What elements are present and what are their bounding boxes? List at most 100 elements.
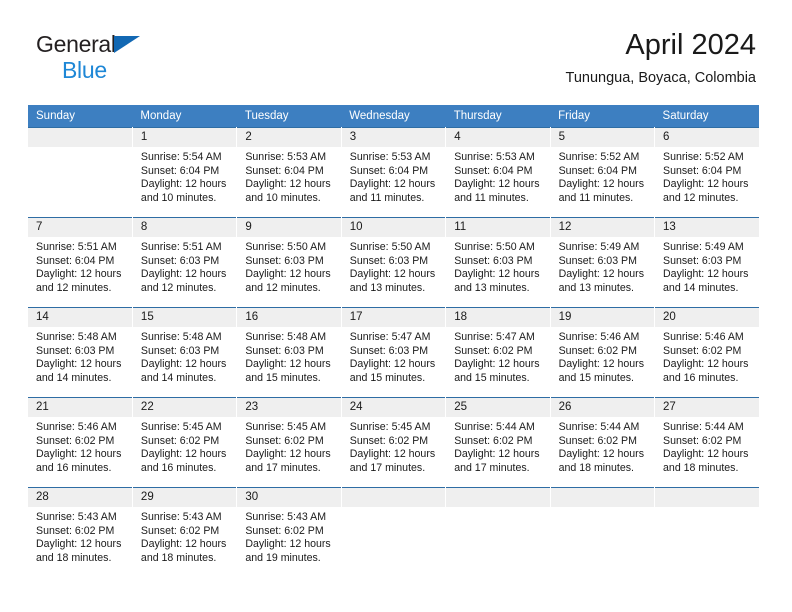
sunrise-text: Sunrise: 5:53 AM: [454, 151, 535, 163]
calendar-day-cell[interactable]: 18 Sunrise: 5:47 AM Sunset: 6:02 PM Dayligh…: [445, 307, 551, 398]
calendar-day-cell[interactable]: 11 Sunrise: 5:50 AM Sunset: 6:03 PM Dayligh…: [445, 217, 551, 308]
calendar-day-cell[interactable]: 25 Sunrise: 5:44 AM Sunset: 6:02 PM Dayligh…: [445, 397, 551, 488]
day-details: Sunrise: 5:43 AM Sunset: 6:02 PM Daylight:…: [237, 507, 340, 565]
calendar-body: 1 Sunrise: 5:54 AM Sunset: 6:04 PM Daylight…: [28, 127, 759, 578]
day-details: Sunrise: 5:50 AM Sunset: 6:03 PM Daylight:…: [342, 237, 445, 295]
calendar-page: General Blue April 2024 Tunungua, Boyaca…: [0, 0, 792, 612]
daylight-text-line1: Daylight: 12 hours: [454, 268, 540, 281]
day-number: 29: [132, 488, 237, 507]
day-number: 20: [655, 308, 759, 327]
calendar-day-cell[interactable]: 19 Sunrise: 5:46 AM Sunset: 6:02 PM Dayligh…: [550, 307, 656, 398]
calendar-day-cell[interactable]: 12 Sunrise: 5:49 AM Sunset: 6:03 PM Dayligh…: [550, 217, 656, 308]
weekday-header-wednesday: Wednesday: [341, 105, 446, 128]
weekday-header-friday: Friday: [550, 105, 655, 128]
sunset-text: Sunset: 6:02 PM: [245, 434, 324, 447]
calendar-day-cell[interactable]: 21 Sunrise: 5:46 AM Sunset: 6:02 PM Dayligh…: [28, 397, 133, 488]
calendar-day-cell-empty: [28, 127, 133, 218]
daylight-text-line2: and 10 minutes.: [245, 191, 321, 204]
sunset-text: Sunset: 6:04 PM: [663, 164, 742, 177]
daylight-text-line2: and 14 minutes.: [140, 371, 217, 384]
calendar-day-cell[interactable]: 1 Sunrise: 5:54 AM Sunset: 6:04 PM Daylight…: [132, 127, 238, 218]
calendar-day-cell[interactable]: 9 Sunrise: 5:50 AM Sunset: 6:03 PM Daylight…: [236, 217, 342, 308]
day-details: Sunrise: 5:54 AM Sunset: 6:04 PM Daylight:…: [133, 147, 236, 205]
sunset-text: Sunset: 6:02 PM: [454, 344, 533, 357]
day-details: Sunrise: 5:48 AM Sunset: 6:03 PM Daylight:…: [28, 327, 132, 385]
daylight-text-line2: and 10 minutes.: [140, 191, 217, 204]
calendar-day-cell[interactable]: 2 Sunrise: 5:53 AM Sunset: 6:04 PM Daylight…: [236, 127, 342, 218]
triangle-icon: [114, 36, 140, 53]
calendar-day-cell-empty: [445, 487, 551, 578]
sunset-text: Sunset: 6:02 PM: [140, 434, 220, 447]
calendar-day-cell[interactable]: 17 Sunrise: 5:47 AM Sunset: 6:03 PM Dayligh…: [341, 307, 447, 398]
daylight-text-line1: Daylight: 12 hours: [245, 448, 331, 461]
page-header: General Blue April 2024 Tunungua, Boyaca…: [0, 0, 792, 96]
day-details: Sunrise: 5:52 AM Sunset: 6:04 PM Daylight:…: [655, 147, 759, 205]
calendar-day-cell[interactable]: 24 Sunrise: 5:45 AM Sunset: 6:02 PM Dayligh…: [341, 397, 447, 488]
sunset-text: Sunset: 6:02 PM: [140, 524, 220, 537]
daylight-text-line2: and 12 minutes.: [36, 281, 112, 294]
sunrise-text: Sunrise: 5:51 AM: [36, 241, 117, 253]
daylight-text-line2: and 15 minutes.: [558, 371, 634, 384]
calendar-day-cell[interactable]: 5 Sunrise: 5:52 AM Sunset: 6:04 PM Daylight…: [550, 127, 656, 218]
day-number: 18: [446, 308, 550, 327]
calendar-day-cell[interactable]: 22 Sunrise: 5:45 AM Sunset: 6:02 PM Dayligh…: [132, 397, 238, 488]
calendar-day-cell[interactable]: 23 Sunrise: 5:45 AM Sunset: 6:02 PM Dayligh…: [236, 397, 342, 488]
daylight-text-line2: and 19 minutes.: [245, 551, 321, 564]
daylight-text-line2: and 13 minutes.: [558, 281, 634, 294]
calendar-day-cell[interactable]: 29 Sunrise: 5:43 AM Sunset: 6:02 PM Dayligh…: [132, 487, 238, 578]
daylight-text-line2: and 17 minutes.: [454, 461, 530, 474]
day-details: Sunrise: 5:44 AM Sunset: 6:02 PM Daylight:…: [655, 417, 759, 475]
sunrise-text: Sunrise: 5:48 AM: [140, 331, 222, 343]
daylight-text-line2: and 16 minutes.: [140, 461, 217, 474]
calendar-day-cell[interactable]: 8 Sunrise: 5:51 AM Sunset: 6:03 PM Daylight…: [132, 217, 238, 308]
day-details: Sunrise: 5:48 AM Sunset: 6:03 PM Daylight:…: [237, 327, 340, 385]
sunset-text: Sunset: 6:02 PM: [663, 434, 742, 447]
page-subtitle: Tunungua, Boyaca, Colombia: [565, 70, 757, 87]
day-number: 12: [550, 218, 655, 237]
day-number: [28, 128, 132, 147]
daylight-text-line2: and 15 minutes.: [245, 371, 321, 384]
day-details: Sunrise: 5:46 AM Sunset: 6:02 PM Daylight:…: [551, 327, 654, 385]
weekday-header-row: Sunday Monday Tuesday Wednesday Thursday Frid…: [28, 105, 759, 128]
calendar-day-cell[interactable]: 15 Sunrise: 5:48 AM Sunset: 6:03 PM Dayligh…: [132, 307, 238, 398]
day-number: 13: [655, 218, 759, 237]
day-details: Sunrise: 5:53 AM Sunset: 6:04 PM Daylight:…: [237, 147, 340, 205]
logo-text-general: General: [36, 31, 140, 58]
sunset-text: Sunset: 6:03 PM: [349, 254, 429, 267]
calendar-day-cell[interactable]: 30 Sunrise: 5:43 AM Sunset: 6:02 PM Dayligh…: [236, 487, 342, 578]
calendar-day-cell[interactable]: 16 Sunrise: 5:48 AM Sunset: 6:03 PM Dayligh…: [236, 307, 342, 398]
calendar-day-cell[interactable]: 13 Sunrise: 5:49 AM Sunset: 6:03 PM Dayligh…: [654, 217, 759, 308]
calendar-day-cell[interactable]: 10 Sunrise: 5:50 AM Sunset: 6:03 PM Dayligh…: [341, 217, 447, 308]
calendar-day-cell[interactable]: 26 Sunrise: 5:44 AM Sunset: 6:02 PM Dayligh…: [550, 397, 656, 488]
day-details: Sunrise: 5:45 AM Sunset: 6:02 PM Daylight:…: [342, 417, 445, 475]
day-number: 27: [655, 398, 759, 417]
calendar-day-cell[interactable]: 4 Sunrise: 5:53 AM Sunset: 6:04 PM Daylight…: [445, 127, 551, 218]
calendar-day-cell[interactable]: 14 Sunrise: 5:48 AM Sunset: 6:03 PM Dayligh…: [28, 307, 133, 398]
day-details: Sunrise: 5:47 AM Sunset: 6:02 PM Daylight:…: [446, 327, 549, 385]
daylight-text-line2: and 11 minutes.: [454, 191, 529, 204]
day-number: 3: [341, 128, 446, 147]
daylight-text-line1: Daylight: 12 hours: [140, 448, 227, 461]
calendar-day-cell[interactable]: 27 Sunrise: 5:44 AM Sunset: 6:02 PM Dayligh…: [654, 397, 759, 488]
day-details: Sunrise: 5:49 AM Sunset: 6:03 PM Daylight:…: [655, 237, 759, 295]
calendar-container: Sunday Monday Tuesday Wednesday Thursday Frid…: [28, 105, 759, 578]
sunrise-text: Sunrise: 5:43 AM: [36, 511, 117, 523]
daylight-text-line1: Daylight: 12 hours: [454, 178, 540, 191]
day-details: Sunrise: 5:49 AM Sunset: 6:03 PM Daylight:…: [551, 237, 654, 295]
sunset-text: Sunset: 6:02 PM: [663, 344, 742, 357]
calendar-day-cell[interactable]: 20 Sunrise: 5:46 AM Sunset: 6:02 PM Dayligh…: [654, 307, 759, 398]
weekday-header-tuesday: Tuesday: [236, 105, 342, 128]
sunrise-text: Sunrise: 5:46 AM: [663, 331, 744, 343]
sunrise-text: Sunrise: 5:54 AM: [140, 151, 222, 163]
sunset-text: Sunset: 6:03 PM: [140, 344, 220, 357]
calendar-day-cell[interactable]: 6 Sunrise: 5:52 AM Sunset: 6:04 PM Daylight…: [654, 127, 759, 218]
calendar-day-cell[interactable]: 3 Sunrise: 5:53 AM Sunset: 6:04 PM Daylight…: [341, 127, 447, 218]
calendar-day-cell[interactable]: 28 Sunrise: 5:43 AM Sunset: 6:02 PM Dayligh…: [28, 487, 133, 578]
general-blue-logo[interactable]: General Blue: [36, 31, 140, 82]
daylight-text-line1: Daylight: 12 hours: [558, 448, 644, 461]
sunset-text: Sunset: 6:03 PM: [36, 344, 115, 357]
calendar-day-cell[interactable]: 7 Sunrise: 5:51 AM Sunset: 6:04 PM Daylight…: [28, 217, 133, 308]
sunrise-text: Sunrise: 5:48 AM: [245, 331, 327, 343]
daylight-text-line1: Daylight: 12 hours: [558, 358, 644, 371]
logo-general-label: General: [36, 31, 116, 57]
